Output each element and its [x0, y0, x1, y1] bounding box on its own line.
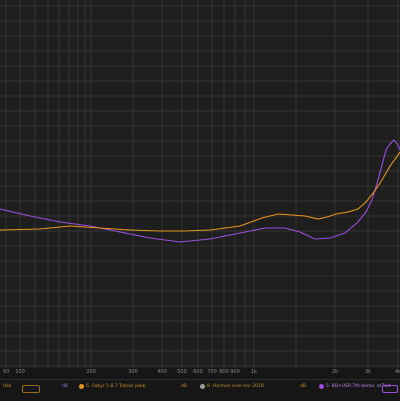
orange-curve-color-icon [79, 384, 84, 389]
legend-item-0: Ukk [3, 384, 12, 389]
x-tick-label: 600 [193, 369, 203, 375]
legend-item-5: dB [300, 384, 306, 389]
x-tick-label: 300 [128, 369, 138, 375]
legend-item-3: dB [181, 384, 187, 389]
legend-item-4[interactable]: 8. Harman over-ear 2018 [207, 384, 264, 389]
x-axis-tick-labels: 50 100 200 300 400 500 600 700 800 900 1k 2k 3k 4k [0, 368, 400, 379]
x-tick-label: 900 [230, 369, 240, 375]
x-tick-label: 4k [394, 369, 400, 375]
x-tick-label: 1k [250, 369, 258, 375]
x-tick-label: 50 [2, 369, 10, 375]
x-tick-label: 500 [177, 369, 187, 375]
plot-background [0, 0, 400, 368]
x-tick-label: 400 [157, 369, 167, 375]
x-tick-label: 3k [364, 369, 372, 375]
purple-curve-color-icon [319, 384, 324, 389]
curve-toggle-2[interactable] [382, 385, 398, 393]
x-tick-label: 200 [86, 369, 96, 375]
legend-bar: Ukk dB 6. Sabyr 1.8.7 Tabros jawb dB 8. … [0, 379, 400, 401]
x-tick-label: 700 [207, 369, 217, 375]
legend-item-2[interactable]: 6. Sabyr 1.8.7 Tabros jawb [86, 384, 145, 389]
x-tick-label: 2k [331, 369, 339, 375]
graph-window: 50 100 200 300 400 500 600 700 800 900 1k 2k 3k 4k Uk… [0, 0, 400, 401]
harman-curve-color-icon [200, 384, 205, 389]
x-tick-label: 800 [219, 369, 229, 375]
x-tick-label: 100 [15, 369, 25, 375]
curve-toggle-1[interactable] [22, 385, 40, 393]
frequency-response-plot[interactable] [0, 0, 400, 368]
legend-item-1: dB [62, 384, 68, 389]
